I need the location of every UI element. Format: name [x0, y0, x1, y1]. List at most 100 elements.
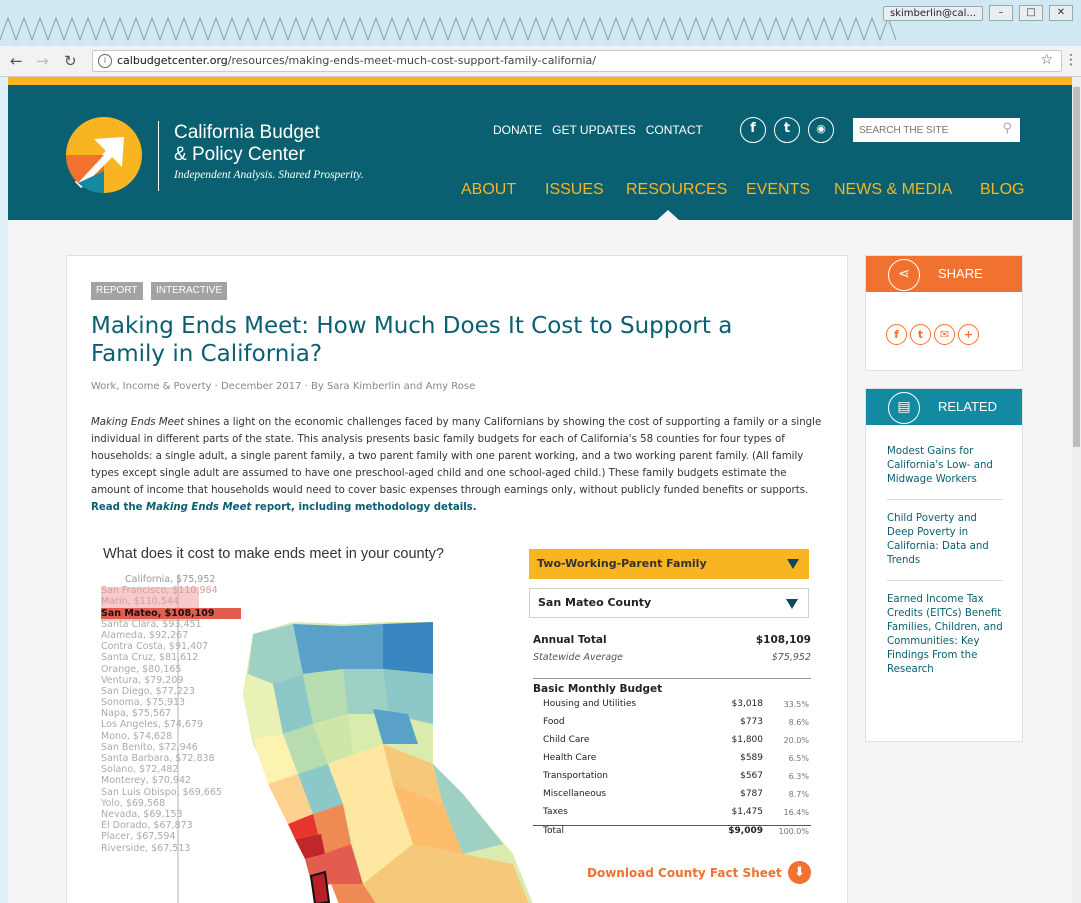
county-list-item[interactable]: San Luis Obispo, $69,665	[101, 787, 241, 798]
budget-item-amount: $1,475	[731, 807, 764, 817]
budget-item-label: Taxes	[543, 807, 568, 817]
county-list-item[interactable]: San Benito, $72,946	[101, 742, 241, 753]
nav-blog[interactable]: BLOG	[980, 181, 1024, 199]
nav-resources[interactable]: RESOURCES	[626, 181, 727, 199]
site-search-input[interactable]	[853, 118, 991, 143]
contact-link[interactable]: CONTACT	[646, 123, 703, 137]
download-fact-sheet-link[interactable]: Download County Fact Sheet	[587, 866, 782, 880]
county-list-item[interactable]: San Francisco, $110,984	[101, 585, 241, 596]
close-window-button[interactable]: ✕	[1049, 5, 1073, 21]
county-list-item[interactable]: San Diego, $77,223	[101, 686, 241, 697]
county-list-item[interactable]: Mono, $74,628	[101, 731, 241, 742]
rss-icon[interactable]: ◉	[808, 117, 834, 143]
email-icon[interactable]: ✉	[934, 324, 955, 345]
share-icon: ⋖	[888, 259, 920, 291]
county-list-item[interactable]: Orange, $80,165	[101, 664, 241, 675]
county-list-item[interactable]: Santa Cruz, $81,612	[101, 652, 241, 663]
annual-total-label: Annual Total	[533, 634, 607, 646]
county-list-item[interactable]: Santa Barbara, $72,838	[101, 753, 241, 764]
budget-item-label: Health Care	[543, 753, 597, 763]
org-name[interactable]: California Budget & Policy Center	[174, 122, 320, 166]
maximize-button[interactable]: □	[1019, 5, 1043, 21]
nav-active-pointer	[657, 210, 679, 220]
county-list-item[interactable]: Sonoma, $75,913	[101, 697, 241, 708]
county-list-item[interactable]: Monterey, $70,942	[101, 775, 241, 786]
related-link[interactable]: Child Poverty and Deep Poverty in Califo…	[887, 512, 1003, 581]
county-list-item[interactable]: Marin, $110,544	[101, 596, 241, 607]
nav-events[interactable]: EVENTS	[746, 181, 810, 199]
related-link[interactable]: Modest Gains for California's Low- and M…	[887, 445, 1003, 500]
bookmark-star-icon[interactable]: ☆	[1040, 52, 1053, 68]
budget-item-row: Taxes $1,475 16.4%	[533, 807, 811, 825]
budget-item-row: Child Care $1,800 20.0%	[533, 735, 811, 753]
get-updates-link[interactable]: GET UPDATES	[552, 123, 636, 137]
related-header: ▤ RELATED	[866, 389, 1022, 425]
profile-badge[interactable]: skimberlin@cal...	[883, 5, 983, 21]
county-list-item[interactable]: Nevada, $69,153	[101, 809, 241, 820]
nav-issues[interactable]: ISSUES	[545, 181, 604, 199]
monthly-budget-heading: Basic Monthly Budget	[533, 678, 811, 699]
page-scrollbar[interactable]	[1072, 77, 1081, 903]
county-select[interactable]: San Mateo County	[529, 588, 809, 618]
minimize-button[interactable]: –	[989, 5, 1013, 21]
budget-item-pct: 33.5%	[783, 700, 809, 709]
budget-item-row: Health Care $589 6.5%	[533, 753, 811, 771]
back-arrow-icon[interactable]: ←	[10, 52, 23, 70]
share-icons: f t ✉ +	[886, 324, 979, 345]
county-list-item[interactable]: San Mateo, $108,109	[101, 607, 241, 619]
total-label: Total	[543, 826, 565, 836]
org-name-line1: California Budget	[174, 122, 320, 143]
facebook-icon[interactable]: f	[886, 324, 907, 345]
budget-item-row: Food $773 8.6%	[533, 717, 811, 735]
budget-item-label: Food	[543, 717, 565, 727]
search-icon[interactable]: ⚲	[1002, 121, 1012, 136]
county-list-item[interactable]: Placer, $67,594	[101, 831, 241, 842]
intro-body: shines a light on the economic challenge…	[91, 417, 822, 496]
site-header: California Budget & Policy Center Indepe…	[8, 77, 1072, 220]
article-intro: Making Ends Meet shines a light on the e…	[91, 414, 827, 516]
budget-total-row: Total $9,009 100.0%	[533, 825, 811, 844]
county-list-item[interactable]: Riverside, $67,513	[101, 843, 241, 854]
california-county-map[interactable]	[233, 614, 533, 903]
related-link[interactable]: Earned Income Tax Credits (EITCs) Benefi…	[887, 593, 1003, 689]
twitter-icon[interactable]: t	[774, 117, 800, 143]
county-list-item[interactable]: Yolo, $69,568	[101, 798, 241, 809]
county-list-item[interactable]: Ventura, $79,209	[101, 675, 241, 686]
browser-menu-icon[interactable]: ⋮	[1064, 52, 1078, 68]
statewide-average-label: Statewide Average	[533, 652, 624, 663]
county-list-item[interactable]: Contra Costa, $91,407	[101, 641, 241, 652]
family-type-select[interactable]: Two-Working-Parent Family	[529, 549, 809, 579]
budget-item-label: Child Care	[543, 735, 590, 745]
article-title: Making Ends Meet: How Much Does It Cost …	[91, 313, 733, 367]
forward-arrow-icon[interactable]: →	[36, 52, 49, 70]
nav-about[interactable]: ABOUT	[461, 181, 516, 199]
tag-interactive[interactable]: INTERACTIVE	[151, 282, 228, 300]
donate-link[interactable]: DONATE	[493, 123, 542, 137]
browser-toolbar: ← → ↻ i calbudgetcenter.org/resources/ma…	[0, 46, 1081, 77]
county-value: San Mateo County	[538, 596, 652, 609]
budget-item-pct: 8.7%	[788, 790, 809, 799]
map-title: What does it cost to make ends meet in y…	[103, 546, 444, 562]
url-path: /resources/making-ends-meet-much-cost-su…	[227, 54, 596, 67]
budget-item-amount: $787	[740, 789, 763, 799]
related-label: RELATED	[938, 399, 997, 414]
budget-item-pct: 8.6%	[788, 718, 809, 727]
report-link[interactable]: Read the Making Ends Meet report, includ…	[91, 502, 477, 513]
download-icon[interactable]: ⬇	[788, 861, 811, 884]
county-list-item[interactable]: Santa Clara, $93,451	[101, 619, 241, 630]
county-list-item[interactable]: Napa, $75,567	[101, 708, 241, 719]
annual-total-row: Annual Total $108,109	[533, 634, 811, 652]
facebook-icon[interactable]: f	[740, 117, 766, 143]
county-list-item[interactable]: El Dorado, $67,873	[101, 820, 241, 831]
nav-news-media[interactable]: NEWS & MEDIA	[834, 181, 952, 199]
scrollbar-thumb[interactable]	[1073, 87, 1080, 447]
plus-icon[interactable]: +	[958, 324, 979, 345]
county-list-item[interactable]: Los Angeles, $74,679	[101, 719, 241, 730]
address-bar[interactable]: i calbudgetcenter.org/resources/making-e…	[92, 50, 1062, 72]
twitter-icon[interactable]: t	[910, 324, 931, 345]
tag-report[interactable]: REPORT	[91, 282, 143, 300]
county-list-item[interactable]: Alameda, $92,267	[101, 630, 241, 641]
reload-icon[interactable]: ↻	[64, 52, 77, 70]
info-icon[interactable]: i	[98, 54, 112, 68]
county-list-item[interactable]: Solano, $72,482	[101, 764, 241, 775]
